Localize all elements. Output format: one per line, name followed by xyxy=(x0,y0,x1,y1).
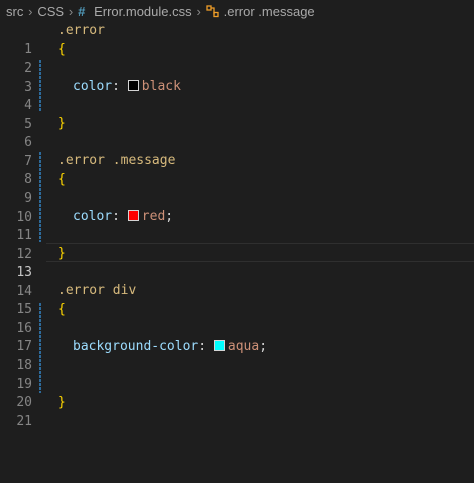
colon: : xyxy=(112,209,120,224)
code-line[interactable]: 20 xyxy=(0,374,474,410)
code-line[interactable]: 6 } xyxy=(0,114,474,150)
code-line[interactable]: 2 { xyxy=(0,40,474,76)
code-line[interactable]: 5 xyxy=(0,96,474,132)
code-text: color: black xyxy=(73,77,181,96)
css-value: black xyxy=(141,79,181,94)
css-property: color xyxy=(73,79,113,94)
code-line[interactable]: 3 xyxy=(0,59,474,95)
open-brace: { xyxy=(58,42,66,57)
css-selector: .error xyxy=(58,23,105,38)
css-property: background-color xyxy=(73,339,199,354)
css-value: red xyxy=(141,209,166,224)
breadcrumb-item-src[interactable]: src xyxy=(6,4,23,19)
code-text: color: red; xyxy=(73,207,173,226)
css-selector: .error .message xyxy=(58,153,176,168)
chevron-right-icon: › xyxy=(28,3,33,19)
code-text: .error div xyxy=(58,281,136,300)
code-line[interactable]: 21 } xyxy=(0,393,474,429)
color-swatch-icon[interactable] xyxy=(127,210,139,221)
code-line[interactable]: 11 color: red; xyxy=(0,207,474,243)
breadcrumb-item-selector[interactable]: .error .message xyxy=(224,4,315,19)
css-hash-icon: # xyxy=(78,3,86,19)
code-line[interactable]: 4 color: black xyxy=(0,77,474,113)
colon: : xyxy=(198,339,207,354)
color-swatch-icon[interactable] xyxy=(127,80,139,91)
code-line-active[interactable]: 13 } xyxy=(0,244,474,280)
css-property: color xyxy=(73,209,113,224)
semicolon: ; xyxy=(165,209,174,224)
breadcrumb: src › CSS › # Error.module.css › .error … xyxy=(0,0,474,22)
code-line[interactable]: 16 { xyxy=(0,300,474,336)
code-line[interactable]: 1 .error xyxy=(0,21,474,57)
open-brace: { xyxy=(58,172,66,187)
code-text: } xyxy=(58,244,66,263)
css-value: aqua xyxy=(227,339,260,354)
code-line[interactable]: 17 xyxy=(0,318,474,354)
code-editor[interactable]: src › CSS › # Error.module.css › .error … xyxy=(0,0,474,483)
code-text: { xyxy=(58,40,66,59)
css-selector: .error div xyxy=(58,283,137,298)
breadcrumb-item-file[interactable]: Error.module.css xyxy=(94,4,192,19)
css-selector-symbol-icon xyxy=(205,4,219,17)
code-line[interactable]: 8 .error .message xyxy=(0,151,474,187)
code-text: background-color: aqua; xyxy=(73,337,267,356)
code-line[interactable]: 10 xyxy=(0,189,474,225)
code-line[interactable]: 15 .error div xyxy=(0,281,474,317)
code-line[interactable]: 19 xyxy=(0,356,474,392)
breadcrumb-item-css[interactable]: CSS xyxy=(37,4,64,19)
code-text: } xyxy=(58,114,66,133)
chevron-right-icon: › xyxy=(196,3,201,19)
code-text: } xyxy=(58,393,66,412)
semicolon: ; xyxy=(259,339,268,354)
colon: : xyxy=(112,79,120,94)
code-line[interactable]: 18 background-color: aqua; xyxy=(0,337,474,373)
line-number: 21 xyxy=(16,414,32,429)
color-swatch-icon[interactable] xyxy=(213,340,225,351)
code-line[interactable]: 14 xyxy=(0,263,474,299)
code-text: { xyxy=(58,170,66,189)
code-text: .error xyxy=(58,21,105,40)
code-line[interactable]: 7 xyxy=(0,133,474,169)
code-line[interactable]: 12 xyxy=(0,226,474,262)
close-brace: } xyxy=(58,116,66,131)
code-text: .error .message xyxy=(58,151,175,170)
close-brace: } xyxy=(58,395,66,410)
close-brace: } xyxy=(58,246,66,261)
code-line[interactable]: 9 { xyxy=(0,170,474,206)
code-text: { xyxy=(58,300,66,319)
open-brace: { xyxy=(58,302,66,317)
chevron-right-icon: › xyxy=(68,3,74,19)
